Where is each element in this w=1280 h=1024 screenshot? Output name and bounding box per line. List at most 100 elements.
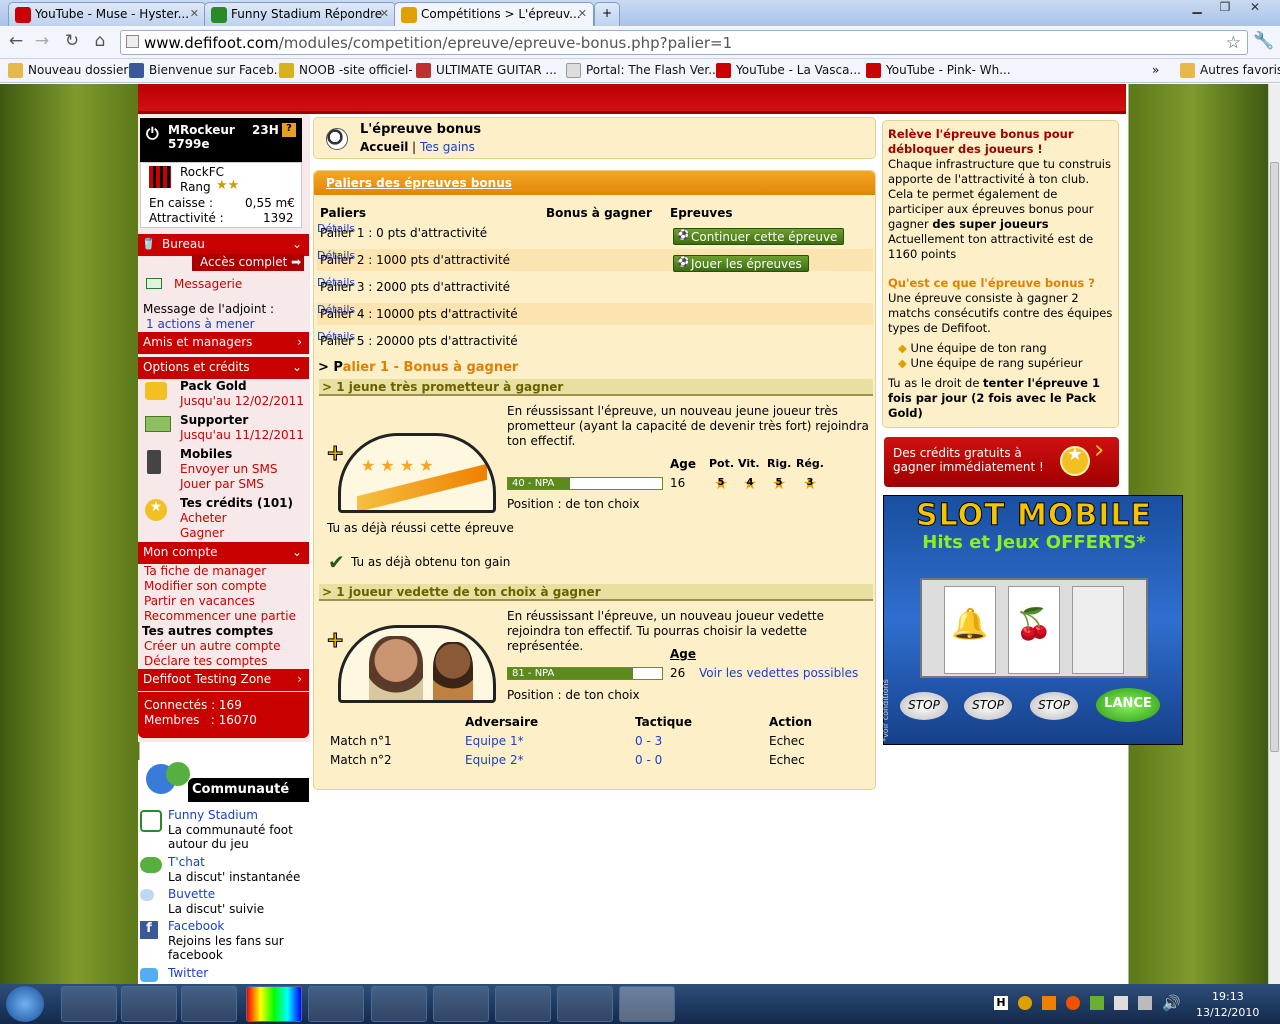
reload-button[interactable]: ↻ (60, 31, 84, 53)
window-close-button[interactable]: ✕ (1240, 0, 1270, 18)
cup-icon: 🥤 (141, 236, 156, 250)
pack-gold-icon (145, 382, 167, 400)
bookmark-facebook[interactable]: Bienvenue sur Faceb... (129, 63, 285, 78)
tactique1-link[interactable]: 0 - 3 (635, 734, 662, 748)
checkmark-icon: ✔ (328, 550, 345, 574)
chevron-right-icon: › (1094, 435, 1105, 465)
jouer-epreuves-button[interactable]: Jouer les épreuves (673, 255, 809, 272)
tactique2-link[interactable]: 0 - 0 (635, 753, 662, 767)
bookmark-noob[interactable]: NOOB -site officiel- (279, 63, 413, 78)
young-player-card: ★ ★ ★ ★ (338, 433, 496, 513)
close-icon[interactable]: ✕ (380, 7, 389, 20)
continuer-epreuve-button[interactable]: Continuer cette épreuve (673, 228, 845, 245)
slot-reels: 🔔 🍒 (920, 578, 1148, 678)
new-tab-button[interactable]: + (594, 2, 620, 26)
paliers-header-bar: Paliers des épreuves bonus (314, 171, 875, 195)
tray-icon[interactable] (1066, 996, 1080, 1010)
tab-funny-stadium[interactable]: Funny Stadium Répondre ✕ (204, 2, 396, 26)
flag-icon[interactable] (1114, 996, 1128, 1010)
tab-competitions[interactable]: Compétitions > L'épreuv... ✕ (394, 2, 594, 27)
options-credits-menu[interactable]: Options et crédits ⌄ (138, 357, 309, 379)
url-bar[interactable]: www.defifoot.com/modules/competition/epr… (120, 30, 1248, 55)
voir-vedettes-link[interactable]: Voir les vedettes possibles (699, 666, 858, 680)
funny-stadium-icon (211, 7, 227, 23)
forward-button[interactable]: → (30, 31, 54, 53)
tray-icon[interactable] (1018, 996, 1032, 1010)
slot-stop-button[interactable]: STOP (964, 692, 1012, 720)
folder-icon (8, 63, 23, 78)
acces-complet-link[interactable]: Accès complet ➡ (192, 254, 304, 271)
explorer-icon[interactable] (61, 986, 117, 1022)
paint-icon[interactable] (246, 986, 302, 1022)
scrollbar-thumb[interactable] (1270, 162, 1279, 752)
bonus1-header: > 1 jeune très prometteur à gagner (319, 379, 873, 396)
bookmark-star-icon[interactable]: ☆ (1226, 33, 1241, 53)
page-icon (126, 35, 139, 48)
home-button[interactable]: ⌂ (88, 31, 112, 53)
stars-arrow-icon: ★ ★ ★ ★ (361, 456, 434, 475)
plus-icon: + (325, 441, 345, 467)
stats-box: Connectés : 169 Membres : 16070 (138, 692, 309, 738)
start-button[interactable] (6, 986, 44, 1022)
bookmarks-overflow-chevron[interactable]: » (1152, 63, 1159, 77)
download-icon[interactable] (495, 986, 551, 1022)
club-jersey-icon (149, 166, 171, 188)
testing-zone-menu[interactable]: Defifoot Testing Zone › (138, 669, 309, 691)
chrome-icon[interactable] (619, 986, 675, 1022)
messenger-icon[interactable] (181, 986, 237, 1022)
palier-heading: > Palier 1 - Bonus à gagner (318, 360, 519, 375)
maximize-button[interactable]: ❐ (1210, 0, 1240, 18)
tv-icon[interactable] (433, 986, 489, 1022)
mon-compte-menu[interactable]: Mon compte ⌄ (138, 542, 309, 564)
back-button[interactable]: ← (4, 31, 28, 53)
network-icon[interactable] (1138, 996, 1152, 1010)
media-player-icon[interactable] (121, 986, 177, 1022)
cherry-icon: 🍒 (1008, 586, 1060, 674)
minimize-button[interactable]: ▁ (1182, 0, 1212, 18)
clock-time[interactable]: 19:13 (1212, 990, 1244, 1003)
equipe1-link[interactable]: Equipe 1* (465, 734, 524, 748)
slot-stop-button[interactable]: STOP (900, 692, 948, 720)
bookmark-portal[interactable]: Portal: The Flash Ver... (566, 63, 720, 78)
amis-managers-menu[interactable]: Amis et managers › (138, 332, 309, 354)
trophy-icon (401, 7, 417, 23)
plus-icon: + (325, 628, 345, 654)
mobile-phone-icon (147, 450, 161, 474)
ball-app-icon[interactable] (308, 986, 364, 1022)
coin-star-icon: ★ (1060, 446, 1090, 476)
gamepad-icon[interactable] (371, 986, 427, 1022)
tab-youtube-muse[interactable]: YouTube - Muse - Hyster... ✕ (8, 2, 206, 26)
close-icon[interactable]: ✕ (190, 7, 199, 20)
bureau-menu[interactable]: 🥤 Bureau ⌄ (138, 234, 309, 256)
shield-icon (279, 63, 294, 78)
close-icon[interactable]: ✕ (578, 7, 587, 20)
tray-h-icon[interactable]: H (994, 996, 1008, 1010)
film-icon[interactable] (557, 986, 613, 1022)
clock-date[interactable]: 13/12/2010 (1196, 1006, 1259, 1019)
bookmark-nouveau-dossier[interactable]: Nouveau dossier (8, 63, 128, 78)
bookmark-youtube-pink[interactable]: YouTube - Pink- Wh... (866, 63, 1011, 78)
tab-strip: YouTube - Muse - Hyster... ✕ Funny Stadi… (0, 0, 1280, 27)
volume-icon[interactable]: 🔊 (1162, 994, 1181, 1012)
equipe2-link[interactable]: Equipe 2* (465, 753, 524, 767)
bookmark-ultimate-guitar[interactable]: ULTIMATE GUITAR ... (416, 63, 557, 78)
arrow-right-icon: ➡ (291, 255, 302, 269)
help-icon[interactable]: ? (282, 123, 296, 137)
wrench-icon[interactable]: 🔧 (1252, 31, 1276, 53)
slot-stop-button[interactable]: STOP (1030, 692, 1078, 720)
accueil-link[interactable]: Accueil (360, 140, 408, 154)
chevron-down-icon: ⌄ (291, 237, 302, 251)
page-icon (566, 63, 581, 78)
tray-icon[interactable] (1090, 996, 1104, 1010)
free-credits-ad[interactable]: Des crédits gratuits à gagner immédiatem… (884, 437, 1119, 487)
tes-gains-link[interactable]: Tes gains (420, 140, 475, 154)
bookmark-autres-favoris[interactable]: Autres favoris (1180, 63, 1280, 78)
bonus1-level-bar: 40 - NPA (507, 477, 663, 490)
bookmark-youtube-vasca[interactable]: YouTube - La Vasca... (716, 63, 861, 78)
chevron-right-icon: › (297, 335, 302, 349)
power-icon[interactable]: ⏻ (146, 124, 159, 144)
vertical-scrollbar[interactable] (1268, 84, 1280, 984)
slot-mobile-ad[interactable]: SLOT MOBILE Hits et Jeux OFFERTS* 🔔 🍒 ST… (881, 495, 1183, 745)
tray-icon[interactable] (1042, 996, 1056, 1010)
slot-lance-button[interactable]: LANCE (1096, 688, 1160, 722)
